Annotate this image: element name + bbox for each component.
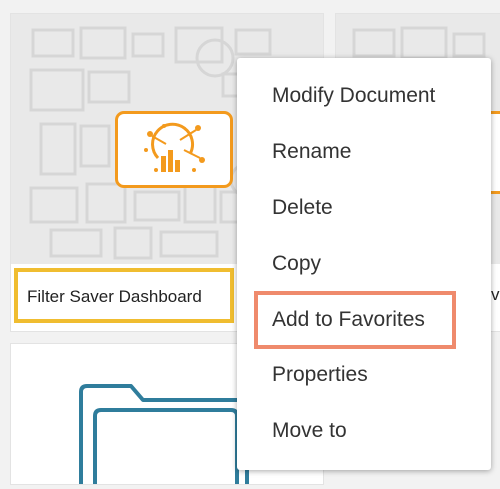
menu-item-label: Copy (272, 252, 322, 275)
card-name-box[interactable]: Filter Saver Dashboard (14, 268, 234, 323)
menu-item-label: Properties (272, 363, 368, 386)
card-name: Filter Saver Dashboard (27, 287, 202, 306)
menu-item-rename[interactable]: Rename (237, 130, 491, 174)
dashboard-icon (115, 111, 233, 188)
menu-item-label: Rename (272, 140, 352, 163)
menu-item-delete[interactable]: Delete (237, 186, 491, 230)
dashboard-chart-glyph (144, 122, 205, 172)
menu-item-add-to-favorites[interactable]: Add to Favorites (237, 298, 491, 342)
context-menu: Modify Document Rename Delete Copy Add t… (237, 58, 491, 470)
menu-item-modify-document[interactable]: Modify Document (237, 74, 491, 118)
menu-item-properties[interactable]: Properties (237, 353, 491, 397)
card-name-2: v (491, 285, 500, 304)
menu-item-copy[interactable]: Copy (237, 242, 491, 286)
menu-item-label: Add to Favorites (272, 308, 425, 331)
menu-item-label: Delete (272, 196, 333, 219)
menu-item-move-to[interactable]: Move to (237, 409, 491, 453)
menu-item-label: Move to (272, 419, 347, 442)
menu-item-label: Modify Document (272, 84, 436, 107)
